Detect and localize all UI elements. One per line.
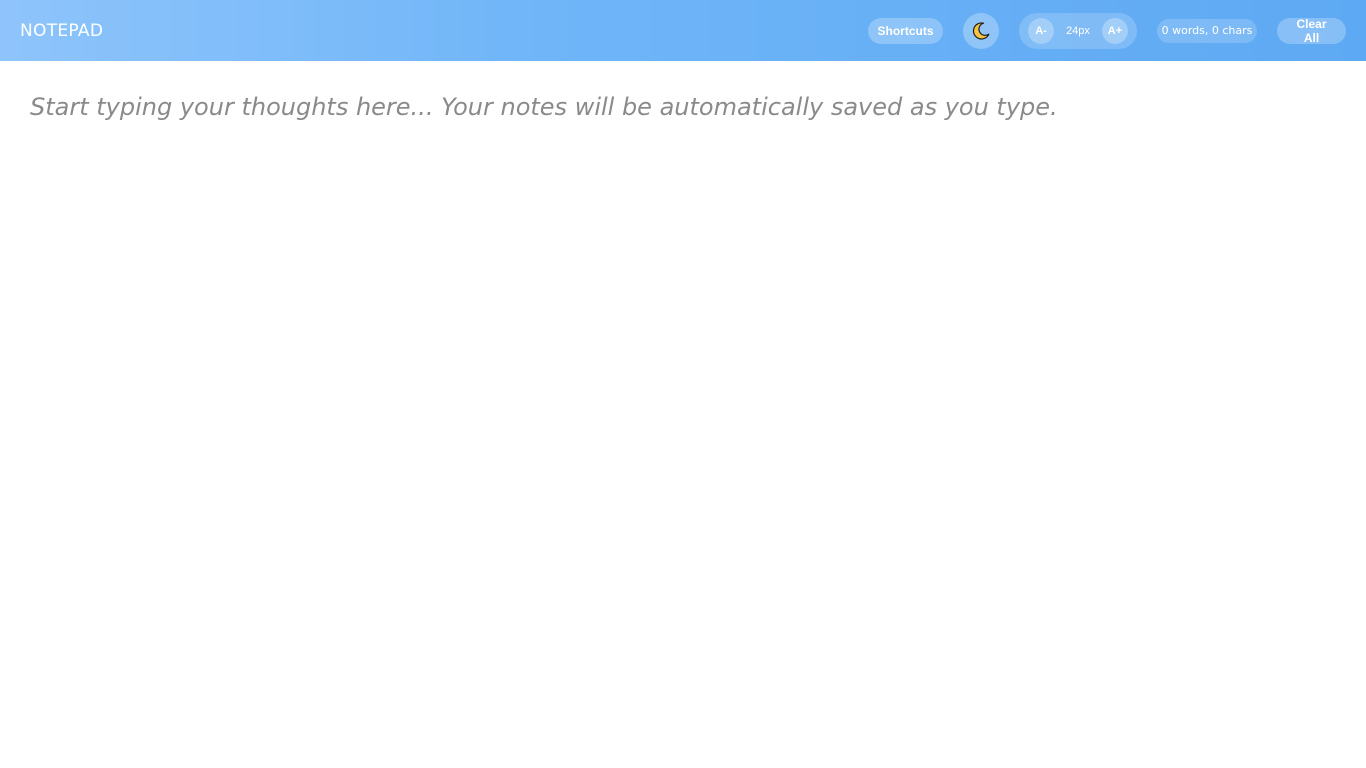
clear-all-button[interactable]: Clear All: [1277, 17, 1346, 45]
word-char-count: 0 words, 0 chars: [1157, 18, 1257, 43]
font-decrease-button[interactable]: A-: [1028, 17, 1054, 44]
moon-icon: [972, 21, 990, 40]
app-title: NOTEPAD: [20, 20, 104, 41]
shortcuts-button[interactable]: Shortcuts: [868, 17, 943, 44]
header-controls: Shortcuts A- 24px A+ 0 words, 0 chars Cl…: [868, 12, 1346, 49]
font-increase-button[interactable]: A+: [1101, 17, 1128, 44]
note-editor[interactable]: [0, 61, 1366, 768]
theme-toggle-button[interactable]: [963, 12, 999, 49]
app-header: NOTEPAD Shortcuts A- 24px A+ 0 words, 0 …: [0, 0, 1366, 61]
font-size-value: 24px: [1066, 24, 1090, 37]
font-size-controls: A- 24px A+: [1019, 12, 1137, 49]
